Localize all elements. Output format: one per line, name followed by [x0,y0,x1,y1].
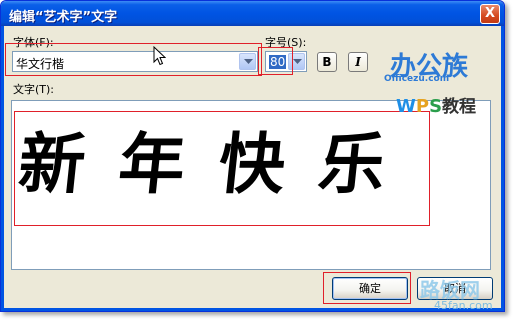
text-label: 文字(T): [13,83,55,96]
font-dropdown-button[interactable] [239,53,256,70]
bold-button[interactable]: B [317,52,337,72]
font-select-value: 华文行楷 [16,57,65,71]
italic-button[interactable]: I [348,52,368,72]
close-button[interactable]: X [480,4,500,24]
wps-letter-s: S [429,96,443,117]
window-border-right [501,26,504,311]
window-border-left [1,26,4,311]
size-select[interactable]: 80 [265,51,307,72]
wps-letter-p: P [415,96,430,117]
wps-watermark: WPS教程 [396,92,476,117]
site-watermark: 路饭网 45fan.com [420,274,515,320]
dialog-title: 编辑“艺术字”文字 [9,10,118,25]
wps-tail: 教程 [442,97,477,117]
font-select[interactable]: 华文行楷 [12,51,258,72]
size-label: 字号(S): [265,36,307,49]
watermark-url: Officezu.com [384,74,450,84]
size-select-value: 80 [269,55,287,69]
wordart-text: 新年快乐 [14,125,424,203]
font-label: 字体(F): [13,36,54,49]
wps-letter-w: W [396,96,416,117]
title-bar[interactable]: 编辑“艺术字”文字 X [1,1,504,26]
chevron-down-icon [293,59,302,64]
mouse-cursor-icon [153,46,166,66]
chevron-down-icon [244,59,253,64]
ok-button[interactable]: 确定 [332,277,408,300]
size-dropdown-button[interactable] [288,53,305,70]
site-watermark-url: 45fan.com [434,299,493,312]
officezu-watermark: 办公族 Officezu.com WPS教程 [384,46,488,117]
